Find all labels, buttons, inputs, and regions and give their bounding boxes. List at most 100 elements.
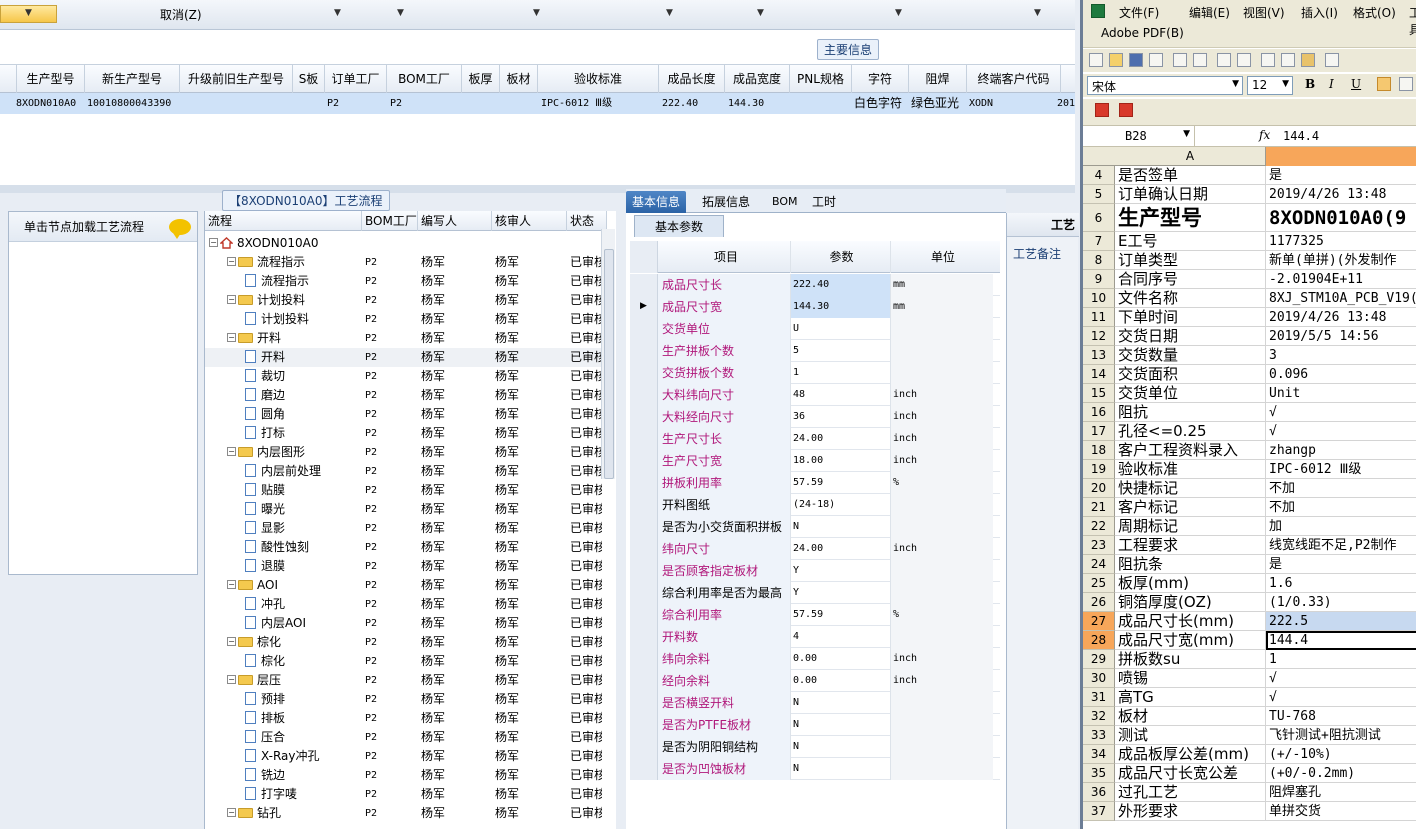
cell-b[interactable]: 8XJ_STM10A_PCB_V19(: [1266, 289, 1416, 308]
cell-a[interactable]: 交货日期: [1115, 327, 1266, 346]
sheet-row[interactable]: 31 高TG √: [1083, 688, 1416, 707]
cell-a[interactable]: 喷锡: [1115, 669, 1266, 688]
sheet-row[interactable]: 14 交货面积 0.096: [1083, 365, 1416, 384]
cell-model[interactable]: 8XODN010A0: [14, 93, 84, 114]
menu-edit[interactable]: 编辑(E): [1189, 4, 1230, 21]
cell-b[interactable]: 222.5: [1266, 612, 1416, 631]
cell-a[interactable]: 成品尺寸宽(mm): [1115, 631, 1266, 650]
row-number[interactable]: 31: [1083, 688, 1115, 707]
sheet-row[interactable]: 33 测试 飞针测试+阻抗测试: [1083, 726, 1416, 745]
param-value[interactable]: Y: [791, 560, 891, 582]
row-number[interactable]: 37: [1083, 802, 1115, 821]
new-icon[interactable]: [1089, 53, 1103, 67]
column-header[interactable]: 成品长度: [659, 65, 725, 94]
cell-b[interactable]: (1/0.33): [1266, 593, 1416, 612]
cell-b[interactable]: zhangp: [1266, 441, 1416, 460]
sheet-row[interactable]: 7 E工号 1177325: [1083, 232, 1416, 251]
collapse-icon[interactable]: −: [227, 675, 236, 684]
cell-b[interactable]: 2019/5/5 14:56: [1266, 327, 1416, 346]
param-value[interactable]: 5: [791, 340, 891, 362]
cell-b[interactable]: 加: [1266, 517, 1416, 536]
param-row[interactable]: 交货单位 U: [630, 318, 1000, 340]
row-selector[interactable]: [630, 736, 658, 758]
chevron-down-icon[interactable]: ▼: [1183, 129, 1190, 139]
cell-a[interactable]: 高TG: [1115, 688, 1266, 707]
cell-a[interactable]: 成品板厚公差(mm): [1115, 745, 1266, 764]
param-value[interactable]: 57.59: [791, 472, 891, 494]
tree-row[interactable]: − 流程指示 P2 杨军 杨军 已审核: [205, 253, 607, 272]
row-number[interactable]: 30: [1083, 669, 1115, 688]
sheet-row[interactable]: 5 订单确认日期 2019/4/26 13:48: [1083, 185, 1416, 204]
copy-icon[interactable]: [1281, 53, 1295, 67]
row-selector[interactable]: [630, 538, 658, 560]
row-number[interactable]: 11: [1083, 308, 1115, 327]
chevron-down-icon[interactable]: ▼: [1232, 79, 1239, 89]
column-header[interactable]: 单位: [891, 241, 993, 273]
menu-tools[interactable]: 工具: [1409, 4, 1416, 38]
param-row[interactable]: 综合利用率是否为最高 Y: [630, 582, 1000, 604]
tree-row[interactable]: 打标 P2 杨军 杨军 已审核: [205, 424, 607, 443]
collapse-icon[interactable]: −: [209, 238, 218, 247]
fx-icon[interactable]: fx: [1259, 128, 1270, 142]
sheet-row[interactable]: 36 过孔工艺 阻焊塞孔: [1083, 783, 1416, 802]
sheet-row[interactable]: 4 是否签单是: [1083, 166, 1416, 185]
sheet-row[interactable]: 37 外形要求 单拼交货: [1083, 802, 1416, 821]
param-row[interactable]: 生产尺寸宽 18.00 inch: [630, 450, 1000, 472]
cell-a[interactable]: 交货数量: [1115, 346, 1266, 365]
collapse-icon[interactable]: −: [227, 257, 236, 266]
sheet-row[interactable]: 17 孔径<=0.25 √: [1083, 422, 1416, 441]
tree-row[interactable]: 计划投料 P2 杨军 杨军 已审核: [205, 310, 607, 329]
tree-row[interactable]: 退膜 P2 杨军 杨军 已审核: [205, 557, 607, 576]
tree-row[interactable]: 酸性蚀刻 P2 杨军 杨军 已审核: [205, 538, 607, 557]
cell-b[interactable]: 8XODN010A0(9: [1266, 204, 1416, 232]
row-number[interactable]: 18: [1083, 441, 1115, 460]
table-row[interactable]: 8XODN010A0 10010800043390 P2 P2 IPC-6012…: [0, 93, 1075, 114]
param-row[interactable]: 是否为凹蚀板材 N: [630, 758, 1000, 780]
cell-solder[interactable]: 绿色亚光: [909, 93, 967, 114]
cell-b[interactable]: 不加: [1266, 479, 1416, 498]
row-number[interactable]: 24: [1083, 555, 1115, 574]
row-number[interactable]: 19: [1083, 460, 1115, 479]
row-selector[interactable]: [630, 582, 658, 604]
cell-b[interactable]: 线宽线距不足,P2制作: [1266, 536, 1416, 555]
cell-a[interactable]: 成品尺寸长(mm): [1115, 612, 1266, 631]
pdf-convert-icon[interactable]: [1095, 103, 1109, 117]
cell-extra[interactable]: 201: [1055, 93, 1075, 114]
column-header[interactable]: BOM工厂: [387, 65, 462, 94]
collapse-icon[interactable]: −: [227, 333, 236, 342]
row-number[interactable]: 36: [1083, 783, 1115, 802]
cell-b[interactable]: 3: [1266, 346, 1416, 365]
align-center-icon[interactable]: [1399, 77, 1413, 91]
cell-b[interactable]: TU-768: [1266, 707, 1416, 726]
param-value[interactable]: 24.00: [791, 538, 891, 560]
sheet-row[interactable]: 16 阻抗 √: [1083, 403, 1416, 422]
italic-icon[interactable]: I: [1329, 77, 1334, 91]
format-painter-icon[interactable]: [1325, 53, 1339, 67]
param-row[interactable]: 大料纬向尺寸 48 inch: [630, 384, 1000, 406]
sheet-row[interactable]: 34 成品板厚公差(mm) (+/-10%): [1083, 745, 1416, 764]
sheet-row[interactable]: 11 下单时间 2019/4/26 13:48: [1083, 308, 1416, 327]
row-number[interactable]: 27: [1083, 612, 1115, 631]
cell-b[interactable]: (+0/-0.2mm): [1266, 764, 1416, 783]
tree-row[interactable]: X-Ray冲孔 P2 杨军 杨军 已审核: [205, 747, 607, 766]
tab-bom[interactable]: BOM: [766, 191, 804, 213]
cell-a[interactable]: 拼板数su: [1115, 650, 1266, 669]
menu-view[interactable]: 视图(V): [1243, 4, 1285, 21]
cell-a[interactable]: 订单确认日期: [1115, 185, 1266, 204]
cell-a[interactable]: 订单类型: [1115, 251, 1266, 270]
cell-a[interactable]: 客户标记: [1115, 498, 1266, 517]
tree-row[interactable]: 裁切 P2 杨军 杨军 已审核: [205, 367, 607, 386]
menu-format[interactable]: 格式(O): [1353, 4, 1396, 21]
column-header[interactable]: 状态: [567, 211, 607, 231]
param-row[interactable]: 是否横竖开料 N: [630, 692, 1000, 714]
param-row[interactable]: 经向余料 0.00 inch: [630, 670, 1000, 692]
cell-b[interactable]: 单拼交货: [1266, 802, 1416, 821]
cell-width[interactable]: 144.30: [726, 93, 790, 114]
param-row[interactable]: 是否为小交货面积拼板 N: [630, 516, 1000, 538]
pdf-email-icon[interactable]: [1119, 103, 1133, 117]
row-selector[interactable]: [630, 648, 658, 670]
param-value[interactable]: 1: [791, 362, 891, 384]
cell-a[interactable]: 下单时间: [1115, 308, 1266, 327]
row-selector[interactable]: [630, 670, 658, 692]
column-header[interactable]: 项目: [658, 241, 791, 273]
